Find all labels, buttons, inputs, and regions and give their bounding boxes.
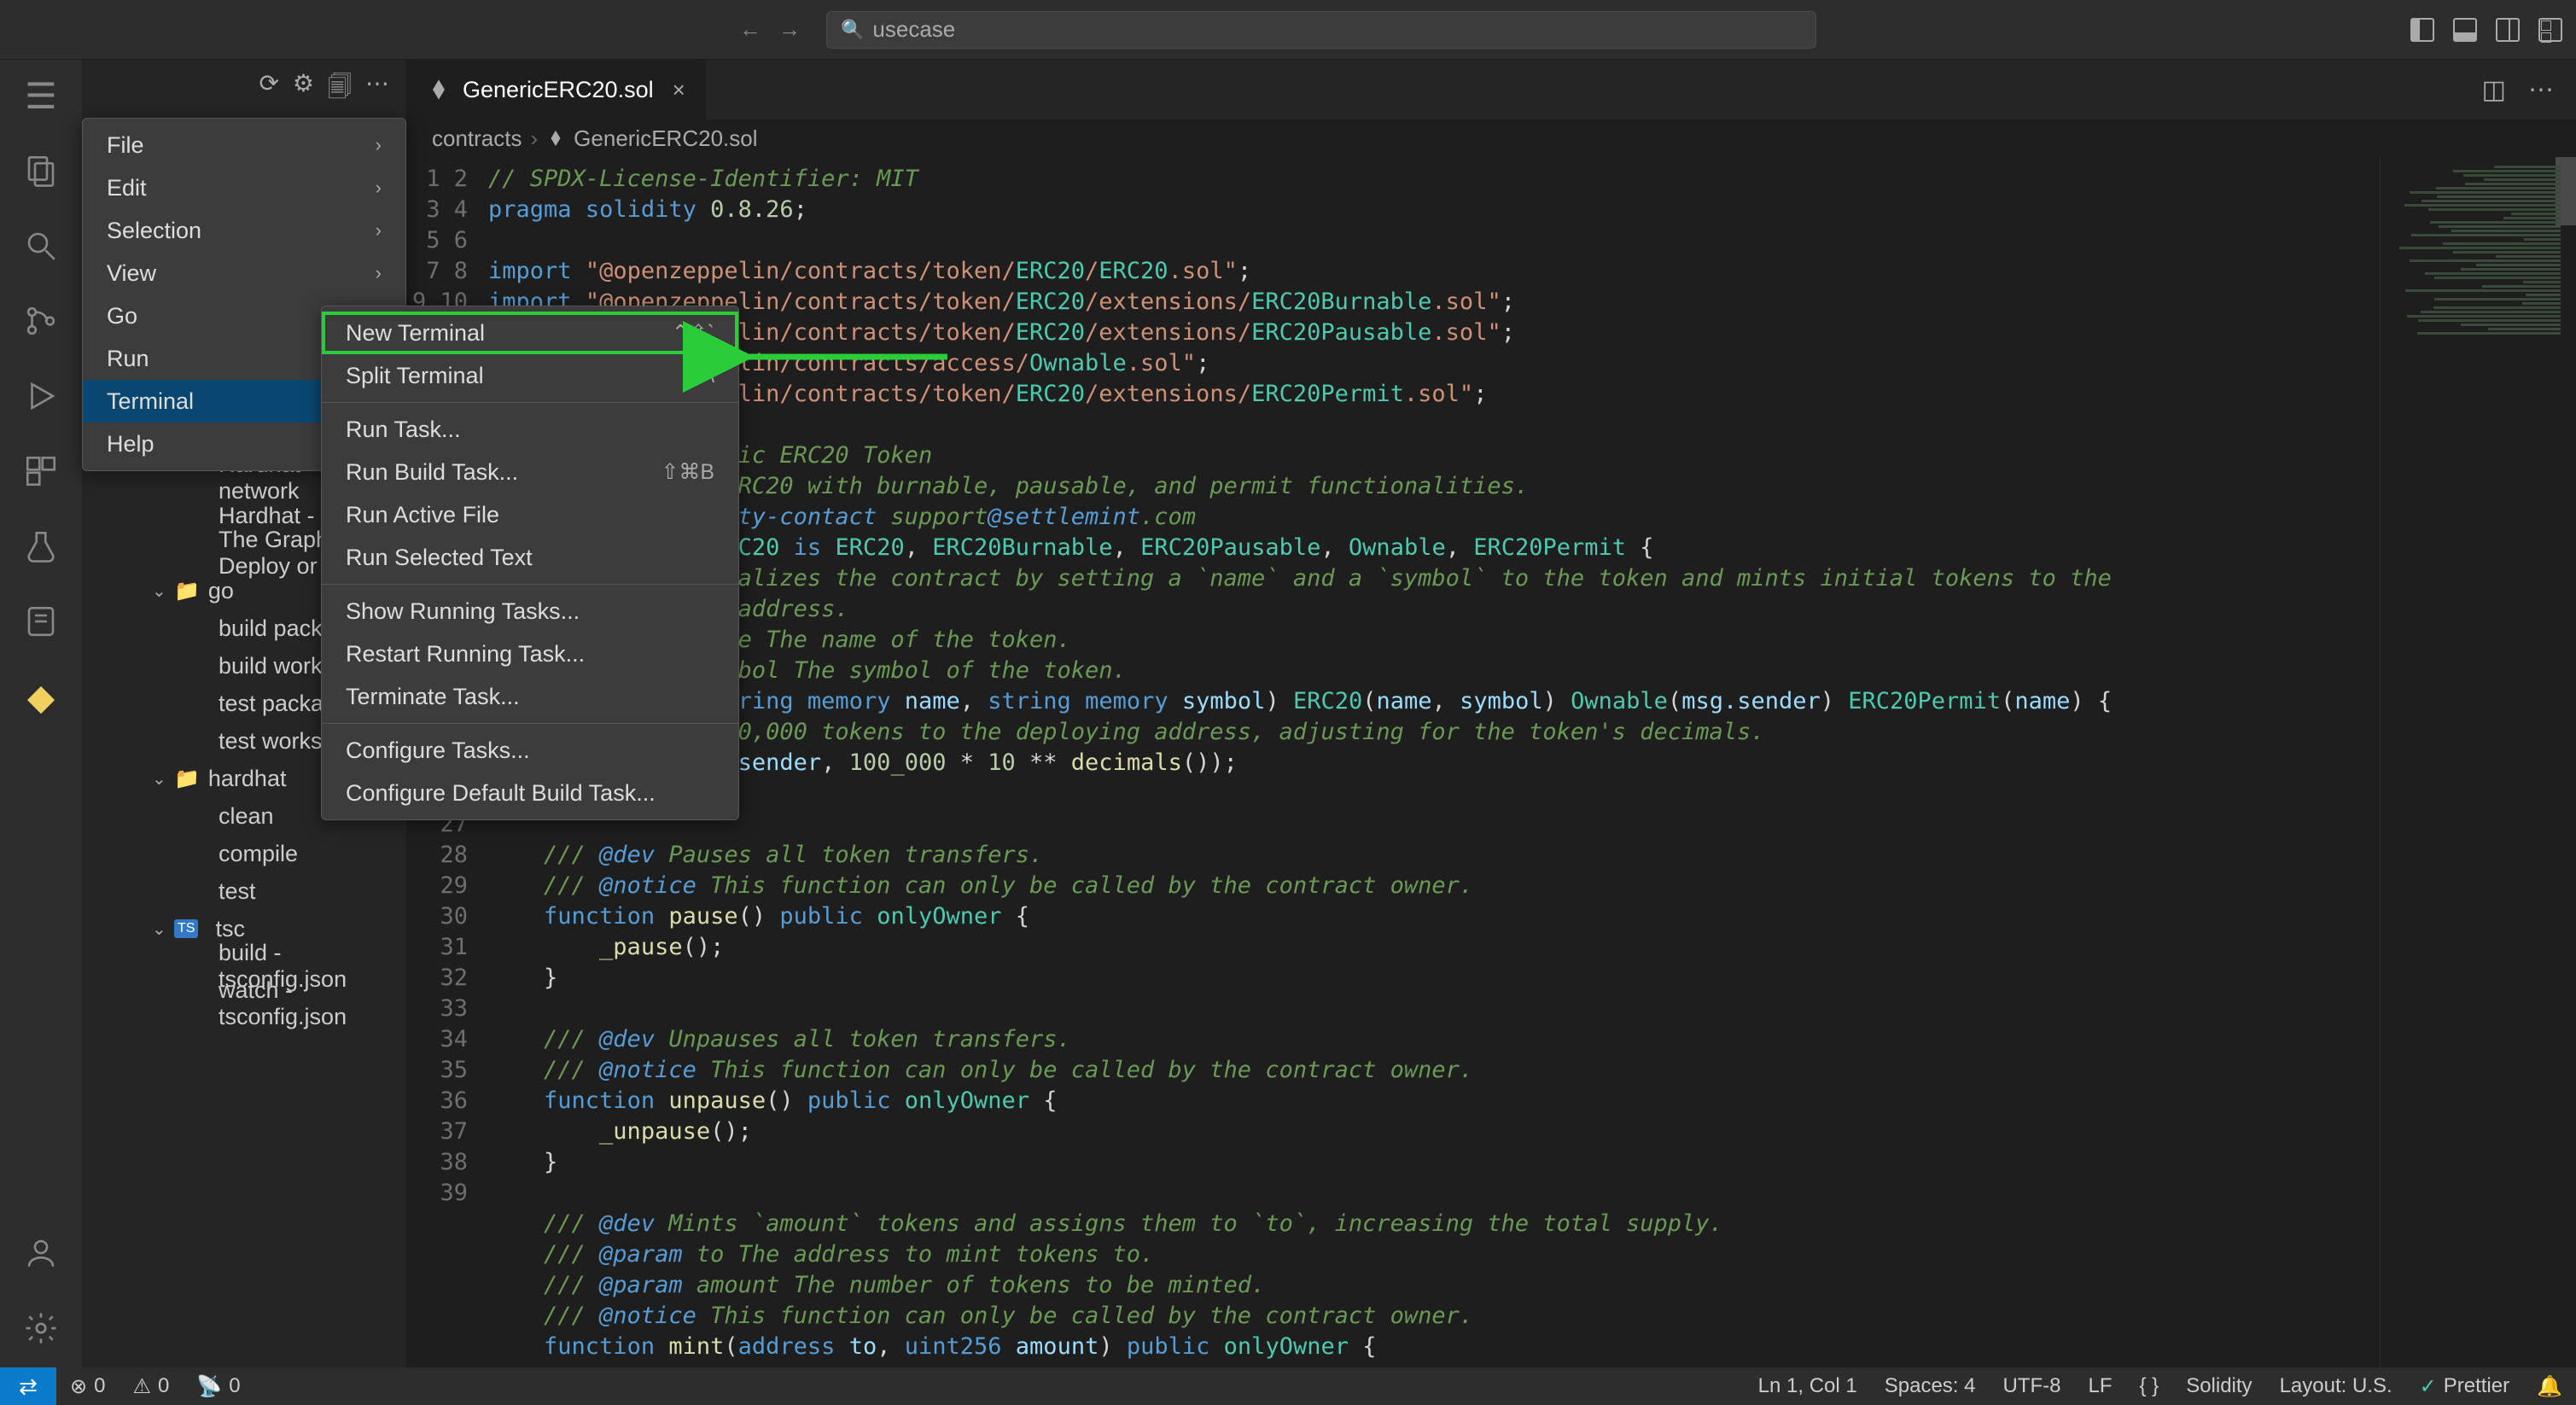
status-errors[interactable]: ⊗0 <box>56 1374 119 1399</box>
status-warnings[interactable]: ⚠0 <box>119 1374 183 1399</box>
chevron-right-icon: › <box>531 125 539 152</box>
keyboard-shortcut: ⇧⌘B <box>661 459 714 485</box>
status-language[interactable]: Solidity <box>2172 1374 2265 1399</box>
chevron-right-icon: › <box>376 219 382 242</box>
status-cursor-position[interactable]: Ln 1, Col 1 <box>1745 1374 1871 1399</box>
status-notifications-icon[interactable]: 🔔 <box>2523 1374 2576 1399</box>
statusbar: ⇄ ⊗0 ⚠0 📡0 Ln 1, Col 1 Spaces: 4 UTF-8 L… <box>0 1367 2576 1405</box>
menu-file[interactable]: File› <box>83 124 405 166</box>
check-icon: ✓ <box>2420 1374 2437 1399</box>
status-ports[interactable]: 📡0 <box>183 1374 254 1399</box>
search-activity-icon[interactable] <box>19 224 63 268</box>
diamond-icon[interactable]: ◆ <box>19 674 63 719</box>
editor-tabs: GenericERC20.sol × ◫ ⋯ <box>406 60 2576 120</box>
toggle-secondary-sidebar-icon[interactable] <box>2496 18 2520 42</box>
remote-indicator[interactable]: ⇄ <box>0 1367 56 1405</box>
more-editor-actions-icon[interactable]: ⋯ <box>2528 75 2554 105</box>
titlebar: ← → 🔍 usecase <box>0 0 2576 60</box>
submenu-run-task[interactable]: Run Task... <box>322 408 738 451</box>
settings-gear-icon[interactable] <box>19 1306 63 1350</box>
chevron-right-icon: › <box>376 134 382 156</box>
nav-forward-icon[interactable]: → <box>778 16 801 43</box>
menu-icon[interactable]: ☰ <box>19 73 63 118</box>
submenu-split-terminal[interactable]: Split Terminal⌘\ <box>322 354 738 397</box>
close-tab-icon[interactable]: × <box>673 77 685 103</box>
solidity-file-icon <box>427 78 451 102</box>
folder-icon: 📁 <box>174 579 200 603</box>
terminal-submenu: New Terminal⌃⇧` Split Terminal⌘\ Run Tas… <box>321 306 739 820</box>
activity-bar: ☰ ◆ <box>0 60 82 1367</box>
status-eol[interactable]: LF <box>2074 1374 2125 1399</box>
typescript-icon: TS <box>174 919 198 938</box>
more-actions-icon[interactable]: ⋯ <box>365 69 389 110</box>
submenu-restart-running-task[interactable]: Restart Running Task... <box>322 633 738 675</box>
menu-separator <box>322 723 738 724</box>
search-icon: 🔍 <box>841 19 864 41</box>
toggle-panel-icon[interactable] <box>2453 18 2477 42</box>
command-center[interactable]: 🔍 usecase <box>826 11 1816 49</box>
annotation-arrow <box>726 323 965 378</box>
solidity-file-icon <box>546 129 565 148</box>
status-bracket-pair[interactable]: { } <box>2125 1374 2172 1399</box>
task-item[interactable]: test <box>82 872 406 910</box>
submenu-run-active-file[interactable]: Run Active File <box>322 493 738 536</box>
task-item[interactable]: compile <box>82 835 406 872</box>
chevron-right-icon: › <box>376 177 382 199</box>
status-keyboard-layout[interactable]: Layout: U.S. <box>2266 1374 2406 1399</box>
source-control-icon[interactable] <box>19 299 63 343</box>
explorer-icon[interactable] <box>19 149 63 193</box>
split-editor-icon[interactable]: ◫ <box>2482 75 2506 105</box>
menu-view[interactable]: View› <box>83 252 405 294</box>
breadcrumb-segment[interactable]: GenericERC20.sol <box>574 125 757 152</box>
chevron-right-icon: › <box>376 262 382 284</box>
status-indentation[interactable]: Spaces: 4 <box>1871 1374 1990 1399</box>
ports-icon: 📡 <box>196 1374 222 1399</box>
menu-edit[interactable]: Edit› <box>83 166 405 209</box>
submenu-show-running-tasks[interactable]: Show Running Tasks... <box>322 590 738 633</box>
folder-icon: 📁 <box>174 767 200 791</box>
breadcrumb[interactable]: contracts › GenericERC20.sol <box>406 120 2576 157</box>
command-center-text: usecase <box>872 16 955 43</box>
breadcrumb-segment[interactable]: contracts <box>432 125 522 152</box>
status-prettier[interactable]: ✓Prettier <box>2406 1374 2523 1399</box>
menu-selection[interactable]: Selection› <box>83 209 405 252</box>
keyboard-shortcut: ⌘\ <box>687 363 714 388</box>
chevron-down-icon: ⌄ <box>152 768 174 790</box>
menu-separator <box>322 402 738 403</box>
accounts-icon[interactable] <box>19 1231 63 1275</box>
run-task-icon[interactable]: ⚙ <box>293 69 314 110</box>
extensions-icon[interactable] <box>19 449 63 493</box>
minimap[interactable] <box>2380 157 2576 1367</box>
refresh-icon[interactable]: ⟳ <box>259 69 278 110</box>
testing-icon[interactable] <box>19 524 63 568</box>
task-item[interactable]: watch - tsconfig.json <box>82 985 406 1023</box>
warning-icon: ⚠ <box>132 1374 151 1399</box>
keyboard-shortcut: ⌃⇧` <box>672 320 714 346</box>
toggle-primary-sidebar-icon[interactable] <box>2410 18 2434 42</box>
status-encoding[interactable]: UTF-8 <box>1989 1374 2074 1399</box>
menu-separator <box>322 584 738 585</box>
submenu-terminate-task[interactable]: Terminate Task... <box>322 675 738 718</box>
chevron-down-icon: ⌄ <box>152 580 174 602</box>
submenu-configure-tasks[interactable]: Configure Tasks... <box>322 729 738 772</box>
chevron-down-icon: ⌄ <box>152 918 174 940</box>
submenu-run-selected-text[interactable]: Run Selected Text <box>322 536 738 579</box>
submenu-new-terminal[interactable]: New Terminal⌃⇧` <box>322 312 738 354</box>
run-debug-icon[interactable] <box>19 374 63 418</box>
submenu-run-build-task[interactable]: Run Build Task...⇧⌘B <box>322 451 738 493</box>
sidebar-header: ⟳ ⚙ 🗐 ⋯ <box>82 60 406 120</box>
tab-label: GenericERC20.sol <box>463 77 654 103</box>
editor-tab[interactable]: GenericERC20.sol × <box>406 60 707 120</box>
customize-layout-icon[interactable] <box>2538 18 2562 42</box>
history-icon[interactable]: 🗐 <box>328 69 352 110</box>
nav-back-icon[interactable]: ← <box>739 16 761 43</box>
error-icon: ⊗ <box>70 1374 87 1399</box>
submenu-configure-default-build-task[interactable]: Configure Default Build Task... <box>322 772 738 814</box>
task-manager-icon[interactable] <box>19 599 63 644</box>
